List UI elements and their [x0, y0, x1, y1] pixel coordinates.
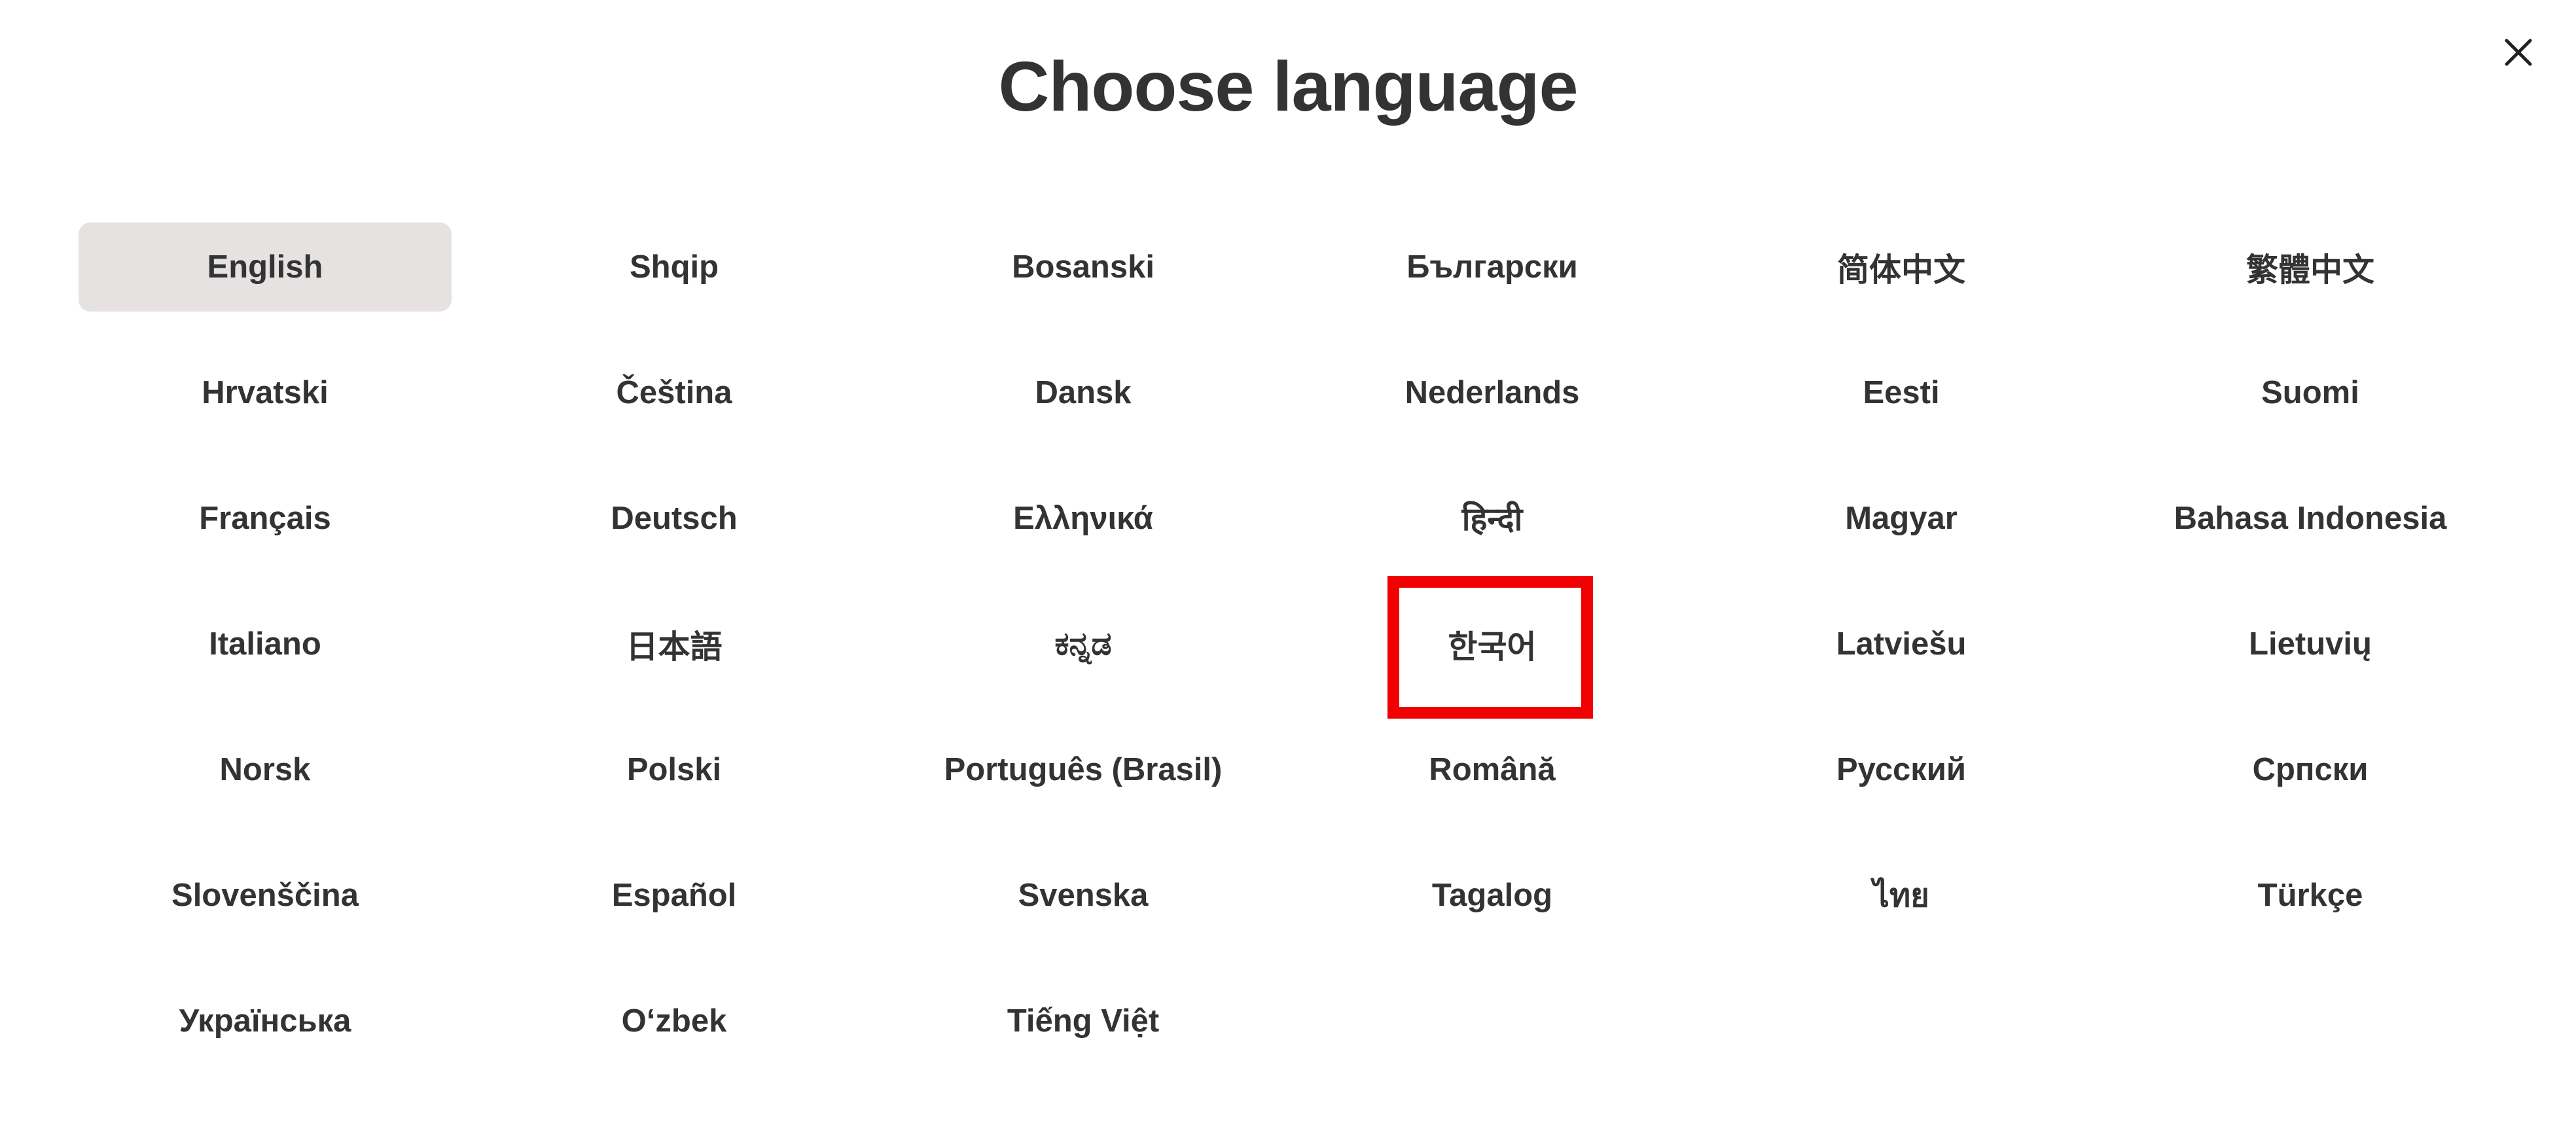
language-option[interactable]: O‘zbek: [488, 977, 861, 1066]
dialog-title: Choose language: [998, 46, 1578, 126]
language-option[interactable]: Српски: [2124, 725, 2497, 814]
language-option[interactable]: Ελληνικά: [897, 474, 1270, 563]
language-option[interactable]: Español: [488, 851, 861, 940]
language-option[interactable]: Nederlands: [1306, 348, 1679, 437]
language-option[interactable]: Français: [79, 474, 452, 563]
language-option[interactable]: 繁體中文: [2124, 223, 2497, 312]
language-option[interactable]: Română: [1306, 725, 1679, 814]
language-option[interactable]: Eesti: [1715, 348, 2088, 437]
language-option[interactable]: ಕನ್ನಡ: [897, 600, 1270, 689]
language-option[interactable]: 日本語: [488, 600, 861, 689]
language-option[interactable]: Magyar: [1715, 474, 2088, 563]
close-icon: [2505, 39, 2532, 66]
language-option[interactable]: Čeština: [488, 348, 861, 437]
language-option[interactable]: Русский: [1715, 725, 2088, 814]
language-option[interactable]: Svenska: [897, 851, 1270, 940]
language-grid: English Shqip Bosanski Български 简体中文 繁體中文 Hrv…: [79, 223, 2497, 1066]
language-option[interactable]: 简体中文: [1715, 223, 2088, 312]
language-option[interactable]: Latviešu: [1715, 600, 2088, 689]
language-option[interactable]: Українська: [79, 977, 452, 1066]
language-option[interactable]: Hrvatski: [79, 348, 452, 437]
language-option[interactable]: Tiếng Việt: [897, 977, 1270, 1066]
language-dialog: Choose language English Shqip Bosanski Бълг…: [0, 0, 2576, 1129]
language-option[interactable]: Português (Brasil): [897, 725, 1270, 814]
language-option[interactable]: Slovenščina: [79, 851, 452, 940]
language-option[interactable]: Norsk: [79, 725, 452, 814]
language-option[interactable]: 한국어: [1306, 600, 1679, 689]
language-option[interactable]: Lietuvių: [2124, 600, 2497, 689]
close-button[interactable]: [2497, 31, 2539, 73]
language-option[interactable]: Dansk: [897, 348, 1270, 437]
language-option[interactable]: Shqip: [488, 223, 861, 312]
language-option[interactable]: Bosanski: [897, 223, 1270, 312]
language-option[interactable]: ไทย: [1715, 851, 2088, 940]
language-option[interactable]: Türkçe: [2124, 851, 2497, 940]
language-option[interactable]: Български: [1306, 223, 1679, 312]
language-option[interactable]: Polski: [488, 725, 861, 814]
language-option[interactable]: हिन्दी: [1306, 474, 1679, 563]
language-option[interactable]: Deutsch: [488, 474, 861, 563]
language-option[interactable]: Tagalog: [1306, 851, 1679, 940]
language-option[interactable]: Suomi: [2124, 348, 2497, 437]
language-option[interactable]: Bahasa Indonesia: [2124, 474, 2497, 563]
language-option[interactable]: English: [79, 223, 452, 312]
language-option[interactable]: Italiano: [79, 600, 452, 689]
